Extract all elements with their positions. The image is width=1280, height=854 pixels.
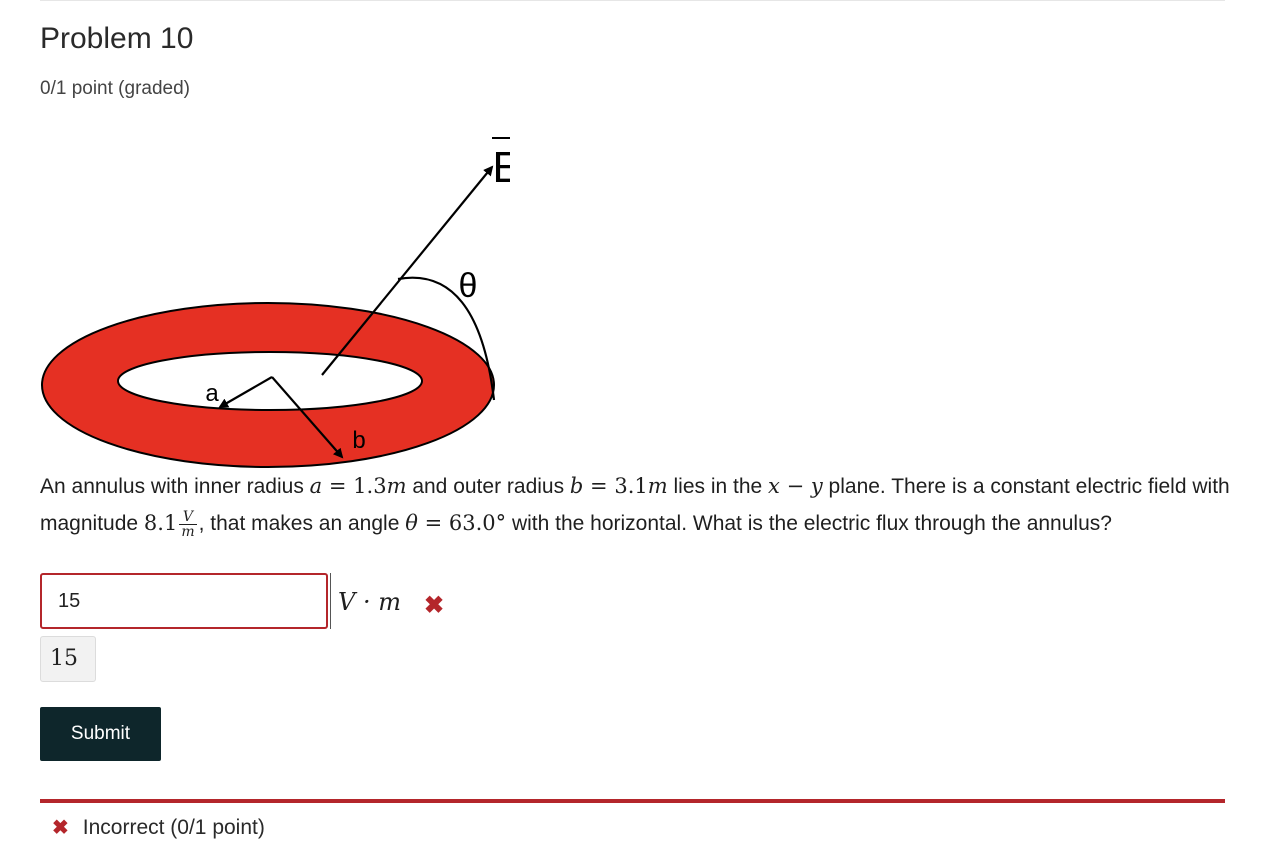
math-minus: − — [779, 474, 811, 498]
text-segment: with the horizontal. What is the electri… — [506, 512, 1112, 535]
answer-preview: 15 — [40, 636, 96, 682]
input-divider — [330, 573, 331, 629]
text-segment: and outer radius — [406, 475, 570, 498]
math-eq: = — [322, 474, 354, 498]
fraction-numerator: V — [179, 510, 197, 525]
fraction-denominator: m — [181, 523, 195, 540]
problem-statement: An annulus with inner radius a = 1.3m an… — [40, 468, 1230, 542]
value-theta: 63.0° — [448, 511, 507, 535]
value-b: 3.1 — [614, 474, 648, 498]
value-a: 1.3 — [353, 474, 387, 498]
submit-button[interactable]: Submit — [40, 707, 161, 761]
unit-b: m — [647, 474, 668, 498]
text-segment: lies in the — [667, 475, 769, 498]
inner-radius-label: a — [205, 380, 219, 407]
math-theta: θ — [405, 511, 418, 535]
math-y: y — [810, 474, 823, 498]
incorrect-status-icon: ✖ — [52, 817, 69, 839]
math-a: a — [309, 474, 323, 498]
outer-radius-label: b — [352, 427, 365, 454]
top-divider — [40, 0, 1225, 1]
text-segment: , that makes an angle — [198, 512, 406, 535]
field-label: E — [492, 143, 510, 192]
answer-unit: V · m — [338, 588, 401, 616]
incorrect-icon: ✖ — [424, 592, 445, 619]
problem-title: Problem 10 — [40, 22, 194, 55]
math-x: x — [768, 474, 780, 498]
angle-label: θ — [459, 267, 478, 305]
problem-points: 0/1 point (graded) — [40, 78, 190, 99]
math-eq: = — [583, 474, 615, 498]
answer-input[interactable] — [40, 573, 328, 629]
text-segment: An annulus with inner radius — [40, 475, 310, 498]
status-message: ✖ Incorrect (0/1 point) — [52, 815, 265, 840]
status-text: Incorrect (0/1 point) — [82, 816, 265, 839]
math-eq: = — [417, 511, 449, 535]
unit-a: m — [386, 474, 407, 498]
status-bar — [40, 799, 1225, 803]
annulus-figure: E θ a b — [41, 137, 510, 468]
math-b: b — [569, 474, 584, 498]
annulus-hole — [117, 351, 423, 411]
unit-fraction: Vm — [179, 510, 197, 540]
value-e: 8.1 — [143, 511, 178, 535]
